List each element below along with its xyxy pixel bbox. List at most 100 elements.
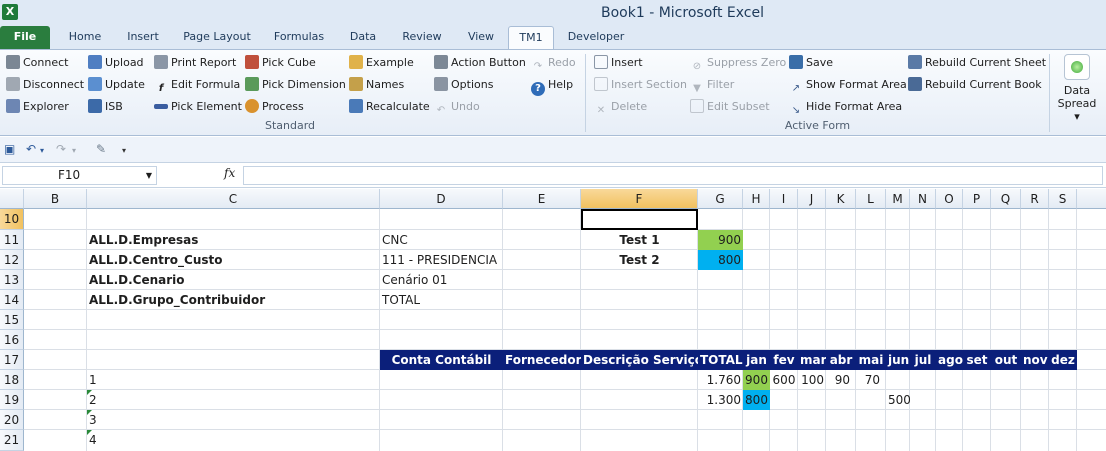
pick-dimension-button[interactable]: Pick Dimension bbox=[245, 75, 346, 95]
example-button[interactable]: Example bbox=[349, 53, 414, 73]
col-header-g[interactable]: G bbox=[698, 189, 743, 209]
rebuild-current-sheet-button[interactable]: Rebuild Current Sheet bbox=[908, 53, 1046, 73]
redo-button[interactable]: ↷ Redo bbox=[531, 53, 576, 73]
tab-file[interactable]: File bbox=[0, 26, 50, 49]
cell-g12[interactable]: 800 bbox=[698, 250, 743, 270]
cell-g18[interactable]: 1.760 bbox=[698, 370, 743, 390]
update-button[interactable]: Update bbox=[88, 75, 145, 95]
cell-c21[interactable]: 4 bbox=[87, 430, 147, 450]
recalculate-button[interactable]: Recalculate bbox=[349, 97, 430, 117]
table-header-abr[interactable]: abr bbox=[826, 350, 856, 370]
table-header-dez[interactable]: dez bbox=[1049, 350, 1077, 370]
redo-dropdown-icon[interactable]: ▾ bbox=[72, 146, 76, 155]
col-header-o[interactable]: O bbox=[936, 189, 963, 209]
table-header-fornecedor[interactable]: Fornecedor bbox=[503, 350, 581, 370]
table-header-set[interactable]: set bbox=[963, 350, 991, 370]
redo-icon[interactable]: ↷ bbox=[56, 142, 66, 156]
cell-f11[interactable]: Test 1 bbox=[581, 230, 698, 250]
function-icon[interactable]: fx bbox=[224, 166, 235, 180]
data-spread-button[interactable]: Data Spread ▾ bbox=[1054, 54, 1100, 123]
options-button[interactable]: Options bbox=[434, 75, 493, 95]
row-header-20[interactable]: 20 bbox=[0, 410, 24, 430]
select-all-corner[interactable] bbox=[0, 189, 24, 209]
cell-f12[interactable]: Test 2 bbox=[581, 250, 698, 270]
cell-c14[interactable]: ALL.D.Grupo_Contribuidor bbox=[87, 290, 380, 310]
action-button-button[interactable]: Action Button bbox=[434, 53, 526, 73]
col-header-j[interactable]: J bbox=[798, 189, 826, 209]
cell-c12[interactable]: ALL.D.Centro_Custo bbox=[87, 250, 380, 270]
row-header-11[interactable]: 11 bbox=[0, 230, 24, 250]
cell-k18[interactable]: 90 bbox=[826, 370, 852, 390]
cell-c13[interactable]: ALL.D.Cenario bbox=[87, 270, 380, 290]
disconnect-button[interactable]: Disconnect bbox=[6, 75, 84, 95]
tab-data[interactable]: Data bbox=[340, 26, 386, 49]
row-header-19[interactable]: 19 bbox=[0, 390, 24, 410]
cell-i18[interactable]: 600 bbox=[770, 370, 798, 390]
tab-tm1[interactable]: TM1 bbox=[508, 26, 554, 49]
suppress-zero-button[interactable]: ⊘ Suppress Zero bbox=[690, 53, 786, 73]
tab-developer[interactable]: Developer bbox=[562, 26, 630, 49]
col-header-s[interactable]: S bbox=[1049, 189, 1077, 209]
cell-d11[interactable]: CNC bbox=[380, 230, 503, 250]
edit-subset-button[interactable]: Edit Subset bbox=[690, 97, 770, 117]
tab-view[interactable]: View bbox=[458, 26, 504, 49]
table-header-ago[interactable]: ago bbox=[936, 350, 963, 370]
save-button[interactable]: Save bbox=[789, 53, 833, 73]
active-cell-f10[interactable] bbox=[581, 209, 698, 230]
table-header-conta-contabil[interactable]: Conta Contábil bbox=[380, 350, 503, 370]
delete-button[interactable]: ✕ Delete bbox=[594, 97, 647, 117]
cell-l18[interactable]: 70 bbox=[856, 370, 882, 390]
col-header-p[interactable]: P bbox=[963, 189, 991, 209]
cell-j18[interactable]: 100 bbox=[798, 370, 826, 390]
upload-button[interactable]: Upload bbox=[88, 53, 144, 73]
tab-formulas[interactable]: Formulas bbox=[266, 26, 332, 49]
cell-m19[interactable]: 500 bbox=[886, 390, 910, 410]
chevron-down-icon[interactable]: ▼ bbox=[146, 167, 152, 184]
cell-c19[interactable]: 2 bbox=[87, 390, 147, 410]
table-header-mai[interactable]: mai bbox=[856, 350, 886, 370]
col-header-n[interactable]: N bbox=[910, 189, 936, 209]
col-header-d[interactable]: D bbox=[380, 189, 503, 209]
table-header-out[interactable]: out bbox=[991, 350, 1021, 370]
hide-format-area-button[interactable]: ↘ Hide Format Area bbox=[789, 97, 902, 117]
row-header-17[interactable]: 17 bbox=[0, 350, 24, 370]
col-header-m[interactable]: M bbox=[886, 189, 910, 209]
name-box[interactable]: F10 ▼ bbox=[2, 166, 157, 185]
table-header-mar[interactable]: mar bbox=[798, 350, 826, 370]
row-header-16[interactable]: 16 bbox=[0, 330, 24, 350]
cell-c20[interactable]: 3 bbox=[87, 410, 147, 430]
undo-button[interactable]: ↶ Undo bbox=[434, 97, 480, 117]
customize-icon[interactable]: ✎ bbox=[96, 142, 106, 156]
col-header-f[interactable]: F bbox=[581, 189, 698, 209]
table-header-jun[interactable]: jun bbox=[886, 350, 910, 370]
row-header-15[interactable]: 15 bbox=[0, 310, 24, 330]
cell-d14[interactable]: TOTAL bbox=[380, 290, 503, 310]
col-header-r[interactable]: R bbox=[1021, 189, 1049, 209]
col-header-h[interactable]: H bbox=[743, 189, 770, 209]
names-button[interactable]: Names bbox=[349, 75, 404, 95]
col-header-k[interactable]: K bbox=[826, 189, 856, 209]
insert-section-button[interactable]: Insert Section bbox=[594, 75, 687, 95]
print-report-button[interactable]: Print Report bbox=[154, 53, 236, 73]
undo-icon[interactable]: ↶ bbox=[26, 142, 36, 156]
row-header-10[interactable]: 10 bbox=[0, 209, 24, 230]
col-header-e[interactable]: E bbox=[503, 189, 581, 209]
insert-button[interactable]: Insert bbox=[594, 53, 643, 73]
table-header-nov[interactable]: nov bbox=[1021, 350, 1049, 370]
explorer-button[interactable]: Explorer bbox=[6, 97, 69, 117]
connect-button[interactable]: Connect bbox=[6, 53, 68, 73]
col-header-c[interactable]: C bbox=[87, 189, 380, 209]
table-header-jan[interactable]: jan bbox=[743, 350, 770, 370]
cell-h19[interactable]: 800 bbox=[743, 390, 770, 410]
qat-menu-icon[interactable]: ▾ bbox=[122, 146, 126, 155]
help-button[interactable]: ? Help bbox=[531, 75, 573, 96]
tab-page-layout[interactable]: Page Layout bbox=[176, 26, 258, 49]
tab-home[interactable]: Home bbox=[58, 26, 112, 49]
rebuild-current-book-button[interactable]: Rebuild Current Book bbox=[908, 75, 1042, 95]
table-header-fev[interactable]: fev bbox=[770, 350, 798, 370]
isb-button[interactable]: ISB bbox=[88, 97, 123, 117]
table-header-jul[interactable]: jul bbox=[910, 350, 936, 370]
pick-element-button[interactable]: Pick Element bbox=[154, 97, 242, 117]
edit-formula-button[interactable]: f Edit Formula bbox=[154, 75, 240, 95]
row-header-13[interactable]: 13 bbox=[0, 270, 24, 290]
